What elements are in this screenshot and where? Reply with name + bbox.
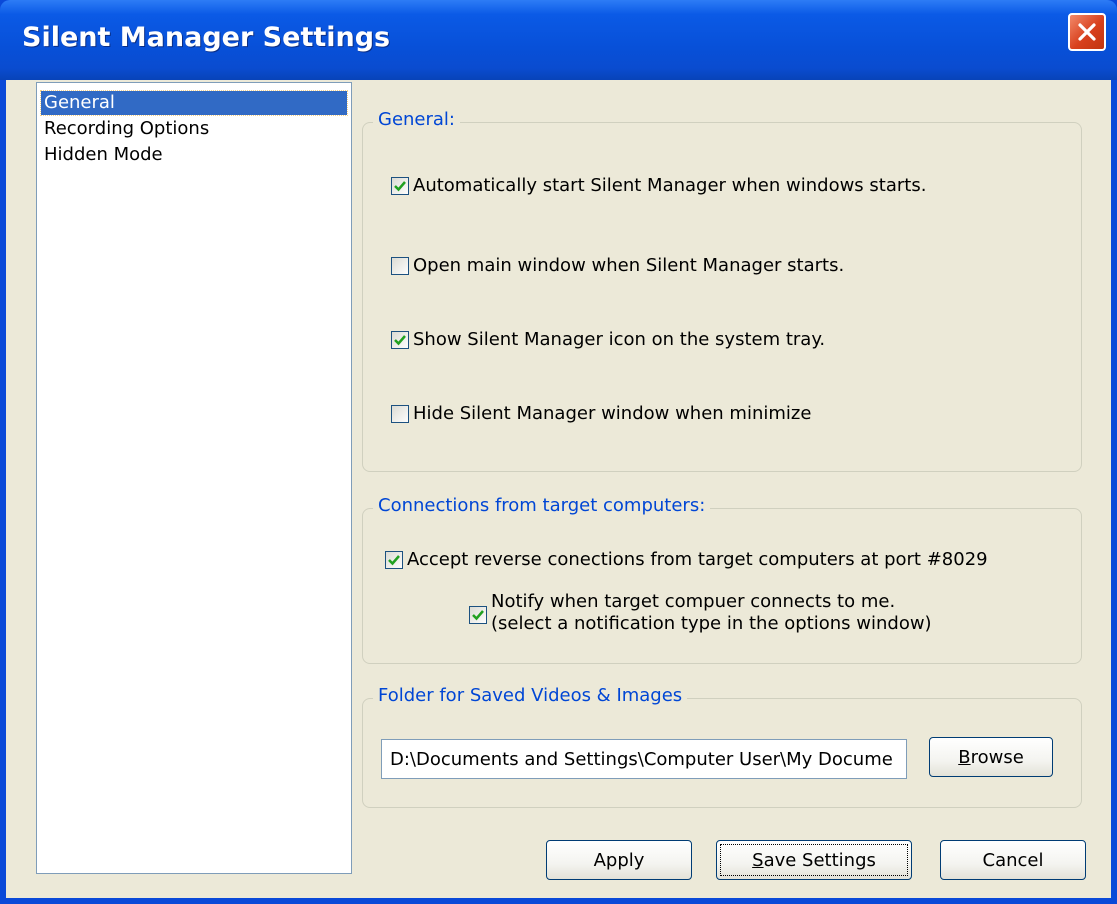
settings-category-list[interactable]: General Recording Options Hidden Mode (36, 82, 352, 874)
hide-on-minimize-option[interactable]: Hide Silent Manager window when minimize (391, 403, 811, 424)
checkmark-icon (472, 610, 484, 621)
open-main-window-checkbox[interactable] (391, 256, 409, 275)
tray-icon-checkbox[interactable] (391, 330, 409, 349)
window-title: Silent Manager Settings (22, 22, 391, 53)
accept-reverse-checkbox[interactable] (385, 550, 403, 569)
hide-on-minimize-label: Hide Silent Manager window when minimize (413, 403, 812, 424)
settings-window: Silent Manager Settings General Recordin… (0, 0, 1117, 904)
nav-item-hidden-mode[interactable]: Hidden Mode (41, 143, 166, 167)
hide-on-minimize-checkbox[interactable] (391, 404, 409, 423)
checkmark-icon (394, 180, 406, 191)
cancel-label: Cancel (982, 849, 1044, 871)
save-accel: S (752, 849, 764, 871)
dialog-client-area: General Recording Options Hidden Mode Ge… (6, 80, 1111, 898)
checkmark-icon (394, 334, 406, 345)
connections-group-label: Connections from target computers: (373, 495, 711, 516)
tray-icon-label: Show Silent Manager icon on the system t… (413, 329, 826, 350)
nav-item-recording-options[interactable]: Recording Options (41, 117, 212, 141)
nav-item-general[interactable]: General (40, 90, 348, 116)
general-group: General: Automatically start Silent Mana… (362, 109, 1082, 472)
autostart-checkbox[interactable] (391, 176, 409, 195)
connections-group: Connections from target computers: Accep… (362, 495, 1082, 664)
notify-label-line1: Notify when target compuer connects to m… (491, 591, 896, 612)
folder-group: Folder for Saved Videos & Images Browse (362, 685, 1082, 808)
open-main-window-option[interactable]: Open main window when Silent Manager sta… (391, 255, 844, 276)
folder-group-label: Folder for Saved Videos & Images (373, 685, 688, 706)
folder-path-input[interactable] (381, 739, 907, 779)
autostart-option[interactable]: Automatically start Silent Manager when … (391, 175, 926, 196)
tray-icon-option[interactable]: Show Silent Manager icon on the system t… (391, 329, 825, 350)
cancel-button[interactable]: Cancel (940, 840, 1086, 880)
general-group-label: General: (373, 109, 461, 130)
notify-option[interactable]: Notify when target compuer connects to m… (469, 591, 932, 635)
notify-label-line2: (select a notification type in the optio… (491, 613, 932, 634)
save-label: ave Settings (763, 849, 876, 871)
accept-reverse-option[interactable]: Accept reverse conections from target co… (385, 549, 988, 570)
browse-label: rowse (970, 746, 1024, 768)
browse-accel: B (958, 746, 971, 768)
checkmark-icon (388, 554, 400, 565)
browse-button[interactable]: Browse (929, 737, 1053, 777)
notify-label: Notify when target compuer connects to m… (491, 591, 932, 635)
open-main-window-label: Open main window when Silent Manager sta… (413, 255, 845, 276)
apply-button[interactable]: Apply (546, 840, 692, 880)
accept-reverse-label: Accept reverse conections from target co… (407, 549, 988, 570)
close-button[interactable] (1068, 13, 1106, 51)
autostart-label: Automatically start Silent Manager when … (413, 175, 927, 196)
title-bar[interactable]: Silent Manager Settings (0, 0, 1117, 80)
notify-checkbox[interactable] (469, 606, 487, 624)
save-settings-button[interactable]: Save Settings (716, 840, 912, 880)
apply-label: Apply (593, 849, 645, 871)
